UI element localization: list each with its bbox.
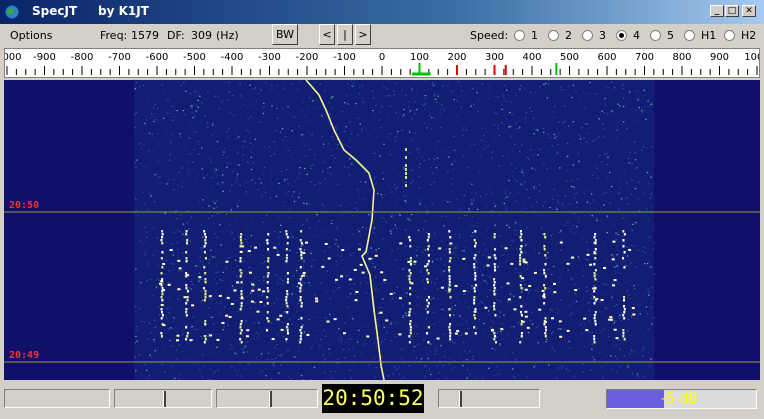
scroll-right-button[interactable]: > — [355, 24, 371, 45]
speed-radio-4[interactable] — [616, 30, 627, 41]
center-button[interactable]: | — [337, 24, 353, 45]
close-button[interactable]: ✕ — [742, 5, 756, 17]
freq-label: Freq: — [100, 29, 128, 42]
signal-level-fill — [607, 390, 664, 408]
scale-tick-label: -800 — [71, 52, 94, 63]
speed-radio-2[interactable] — [548, 30, 559, 41]
speed-label-1: 1 — [531, 29, 538, 42]
speed-radio-5[interactable] — [650, 30, 661, 41]
speed-label-2: 2 — [565, 29, 572, 42]
brightness-slider[interactable] — [114, 389, 212, 408]
waterfall-time-label: 20:50 — [9, 200, 39, 211]
gain-slider[interactable] — [438, 389, 540, 408]
speed-radio-h1[interactable] — [684, 30, 695, 41]
scale-tick-label: 0 — [379, 52, 385, 63]
options-menu[interactable]: Options — [10, 29, 52, 42]
scale-tick-label: 1000 — [744, 52, 759, 63]
maximize-button[interactable]: □ — [725, 5, 739, 17]
df-value: 309 — [191, 29, 212, 42]
signal-level-text: -5 dB — [661, 391, 698, 407]
scroll-left-button[interactable]: < — [319, 24, 335, 45]
frequency-scale[interactable]: -1000-900-800-700-600-500-400-300-200-10… — [0, 48, 764, 78]
speed-radio-3[interactable] — [582, 30, 593, 41]
scale-tick-label: -1000 — [5, 52, 22, 63]
title-bar: SpecJT by K1JT _ □ ✕ — [0, 0, 764, 24]
gain-slider-thumb[interactable] — [459, 391, 462, 407]
speed-radio-h2[interactable] — [724, 30, 735, 41]
window-title: SpecJT by K1JT — [32, 4, 149, 18]
scale-tick-label: 700 — [635, 52, 654, 63]
waterfall-svg: 20:50 20:49 — [4, 80, 760, 380]
scale-tick-label: -600 — [146, 52, 169, 63]
contrast-slider[interactable] — [216, 389, 318, 408]
speed-label-h2: H2 — [741, 29, 757, 42]
df-label: DF: — [167, 29, 185, 42]
df-unit: (Hz) — [216, 29, 239, 42]
minimize-button[interactable]: _ — [710, 5, 724, 17]
scale-tick-label: 300 — [485, 52, 504, 63]
scale-tick-label: 600 — [597, 52, 616, 63]
scale-tick-label: 200 — [447, 52, 466, 63]
scale-tick-label: -700 — [108, 52, 131, 63]
brightness-slider-thumb[interactable] — [163, 391, 166, 407]
app-globe-icon — [4, 4, 20, 20]
freq-value: 1579 — [131, 29, 159, 42]
speed-label-h1: H1 — [701, 29, 717, 42]
contrast-slider-thumb[interactable] — [269, 391, 272, 407]
bw-button[interactable]: BW — [272, 24, 298, 45]
scale-tick-label: 800 — [672, 52, 691, 63]
waterfall-display[interactable]: 20:50 20:49 — [4, 80, 760, 380]
utc-clock: 20:50:52 — [322, 384, 424, 413]
speed-label: Speed: — [470, 29, 509, 42]
signal-level-meter: -5 dB — [606, 389, 757, 409]
scale-tick-label: 900 — [710, 52, 729, 63]
scale-tick-label: -300 — [258, 52, 281, 63]
scale-tick-label: -400 — [221, 52, 244, 63]
scale-tick-label: -100 — [333, 52, 356, 63]
scale-tick-label: -200 — [296, 52, 319, 63]
scale-tick-label: -900 — [33, 52, 56, 63]
speed-label-4: 4 — [633, 29, 640, 42]
scale-tick-label: 400 — [522, 52, 541, 63]
speed-label-3: 3 — [599, 29, 606, 42]
waterfall-time-label: 20:49 — [9, 350, 39, 361]
scale-tick-label: 500 — [560, 52, 579, 63]
scale-tick-label: 100 — [410, 52, 429, 63]
frequency-scale-svg: -1000-900-800-700-600-500-400-300-200-10… — [0, 52, 764, 76]
status-panel-1 — [4, 389, 110, 408]
speed-label-5: 5 — [667, 29, 674, 42]
speed-radio-1[interactable] — [514, 30, 525, 41]
scale-tick-label: -500 — [183, 52, 206, 63]
